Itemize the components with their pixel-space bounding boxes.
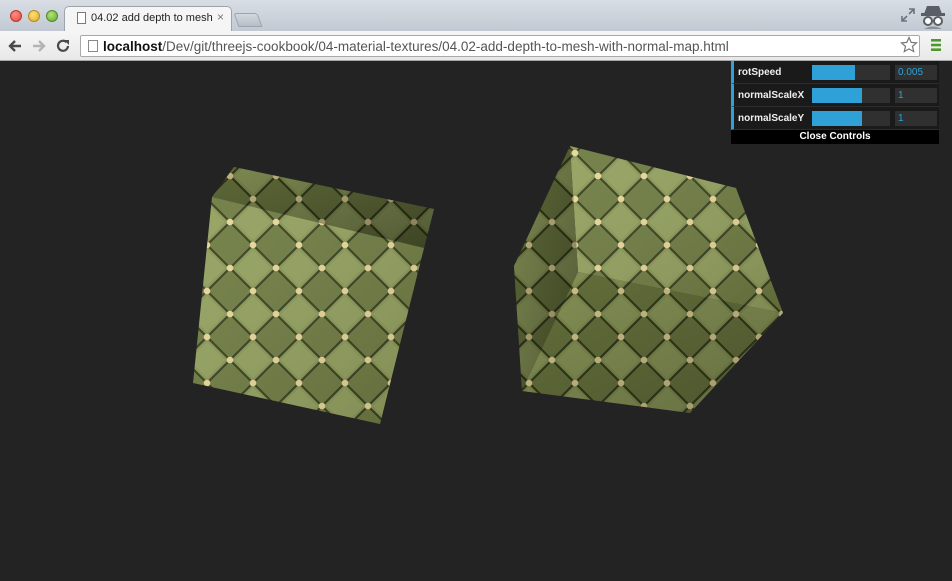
close-window-button[interactable]	[10, 10, 22, 22]
reload-icon[interactable]	[54, 37, 72, 55]
left-cube	[193, 167, 434, 424]
control-label: normalScaleY	[738, 113, 805, 124]
menu-icon[interactable]	[928, 37, 944, 53]
slider-fill	[812, 111, 862, 126]
tab-title: 04.02 add depth to mesh with normal map	[91, 12, 215, 24]
right-cube	[514, 146, 783, 413]
dat-gui-panel: rotSpeed 0.005 normalScaleX 1 normalScal…	[731, 61, 939, 144]
forward-arrow-icon[interactable]	[30, 37, 48, 55]
slider-fill	[812, 88, 862, 103]
webgl-canvas[interactable]: rotSpeed 0.005 normalScaleX 1 normalScal…	[0, 61, 952, 581]
control-normalscaley: normalScaleY 1	[731, 107, 939, 130]
normalscaley-value-input[interactable]: 1	[895, 111, 937, 126]
url-text: localhost/Dev/git/threejs-cookbook/04-ma…	[103, 39, 729, 54]
control-label: rotSpeed	[738, 67, 782, 78]
browser-toolbar: localhost/Dev/git/threejs-cookbook/04-ma…	[0, 31, 952, 61]
rotspeed-value-input[interactable]: 0.005	[895, 65, 937, 80]
normalscalex-slider[interactable]	[812, 88, 890, 103]
normalscaley-slider[interactable]	[812, 111, 890, 126]
minimize-window-button[interactable]	[28, 10, 40, 22]
page-icon	[88, 40, 98, 52]
rotspeed-slider[interactable]	[812, 65, 890, 80]
normalscalex-value-input[interactable]: 1	[895, 88, 937, 103]
slider-fill	[812, 65, 855, 80]
close-controls-button[interactable]: Close Controls	[731, 130, 939, 144]
control-label: normalScaleX	[738, 90, 805, 101]
back-arrow-icon[interactable]	[6, 37, 24, 55]
document-icon	[77, 12, 86, 24]
zoom-window-button[interactable]	[46, 10, 58, 22]
incognito-icon	[921, 6, 945, 29]
new-tab-button[interactable]	[233, 13, 263, 27]
tab-close-icon[interactable]: ×	[217, 10, 224, 24]
fullscreen-icon[interactable]	[900, 7, 916, 23]
window-titlebar: 04.02 add depth to mesh with normal map …	[0, 0, 952, 31]
browser-tab[interactable]: 04.02 add depth to mesh with normal map …	[64, 6, 232, 31]
control-normalscalex: normalScaleX 1	[731, 84, 939, 107]
control-rotspeed: rotSpeed 0.005	[731, 61, 939, 84]
address-bar[interactable]: localhost/Dev/git/threejs-cookbook/04-ma…	[80, 35, 920, 57]
star-icon[interactable]	[900, 36, 918, 54]
